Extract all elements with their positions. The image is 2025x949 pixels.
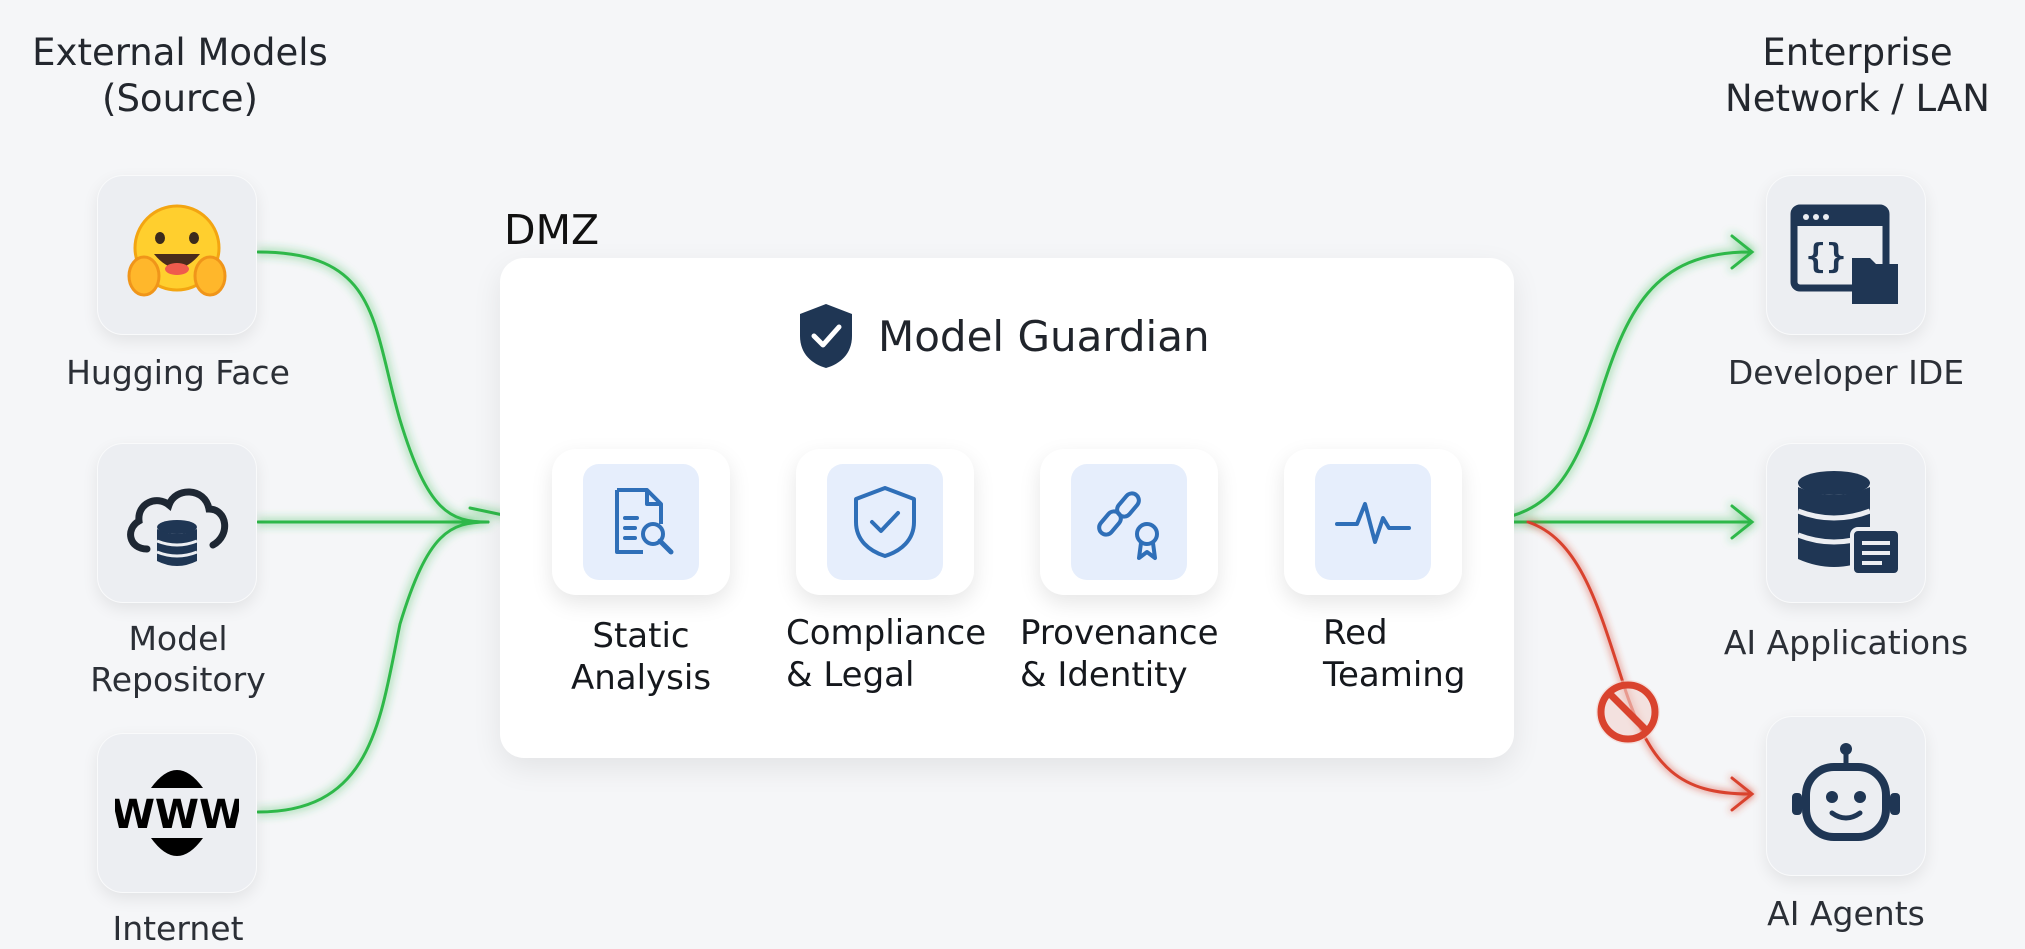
stage-red-teaming[interactable]	[1284, 449, 1462, 595]
svg-text:{}: {}	[1806, 237, 1847, 277]
www-globe-icon: WWW	[115, 770, 239, 856]
blocked-icon	[1596, 680, 1660, 744]
document-search-icon	[615, 488, 674, 555]
svg-text:WWW: WWW	[115, 792, 239, 838]
destination-developer-ide[interactable]: {}	[1766, 175, 1926, 335]
source-internet[interactable]: WWW	[97, 733, 257, 893]
shield-check-icon	[800, 304, 852, 368]
destination-ai-applications[interactable]	[1766, 443, 1926, 603]
model-guardian-header: Model Guardian	[796, 302, 1210, 370]
destination-label-ai-agents: AI Agents	[1767, 894, 1925, 933]
pulse-icon	[1335, 502, 1411, 544]
database-app-icon	[1797, 471, 1902, 577]
stage-label-static-analysis: Static Analysis	[570, 616, 712, 698]
dmz-label: DMZ	[504, 206, 600, 254]
source-hugging-face[interactable]	[97, 175, 257, 335]
stage-provenance-identity[interactable]	[1040, 449, 1218, 595]
robot-icon	[1792, 743, 1900, 841]
source-heading: External Models (Source)	[32, 31, 328, 120]
destination-heading: Enterprise Network / LAN	[1725, 31, 1990, 120]
source-model-repository[interactable]	[97, 443, 257, 603]
destination-ai-agents[interactable]	[1766, 716, 1926, 876]
stage-static-analysis[interactable]	[552, 449, 730, 595]
link-certificate-icon	[1097, 491, 1159, 560]
destination-label-developer-ide: Developer IDE	[1727, 353, 1965, 392]
destination-label-ai-applications: AI Applications	[1723, 623, 1969, 662]
model-guardian-title: Model Guardian	[878, 311, 1210, 361]
stage-label-red-teaming: Red Teaming	[1323, 613, 1466, 695]
stage-compliance-legal[interactable]	[796, 449, 974, 595]
source-label-hugging-face: Hugging Face	[66, 353, 290, 392]
stage-label-provenance-identity: Provenance & Identity	[1020, 613, 1219, 695]
code-window-folder-icon: {}	[1790, 204, 1898, 304]
hugging-face-emoji-icon	[127, 204, 227, 297]
source-label-model-repository: Model Repository	[90, 619, 266, 699]
source-label-internet: Internet	[112, 909, 244, 948]
cloud-database-icon	[127, 488, 229, 566]
shield-check-outline-icon	[854, 486, 916, 558]
stage-label-compliance-legal: Compliance & Legal	[786, 613, 987, 695]
connector-to-ai-agents-blocked	[1526, 520, 1755, 812]
